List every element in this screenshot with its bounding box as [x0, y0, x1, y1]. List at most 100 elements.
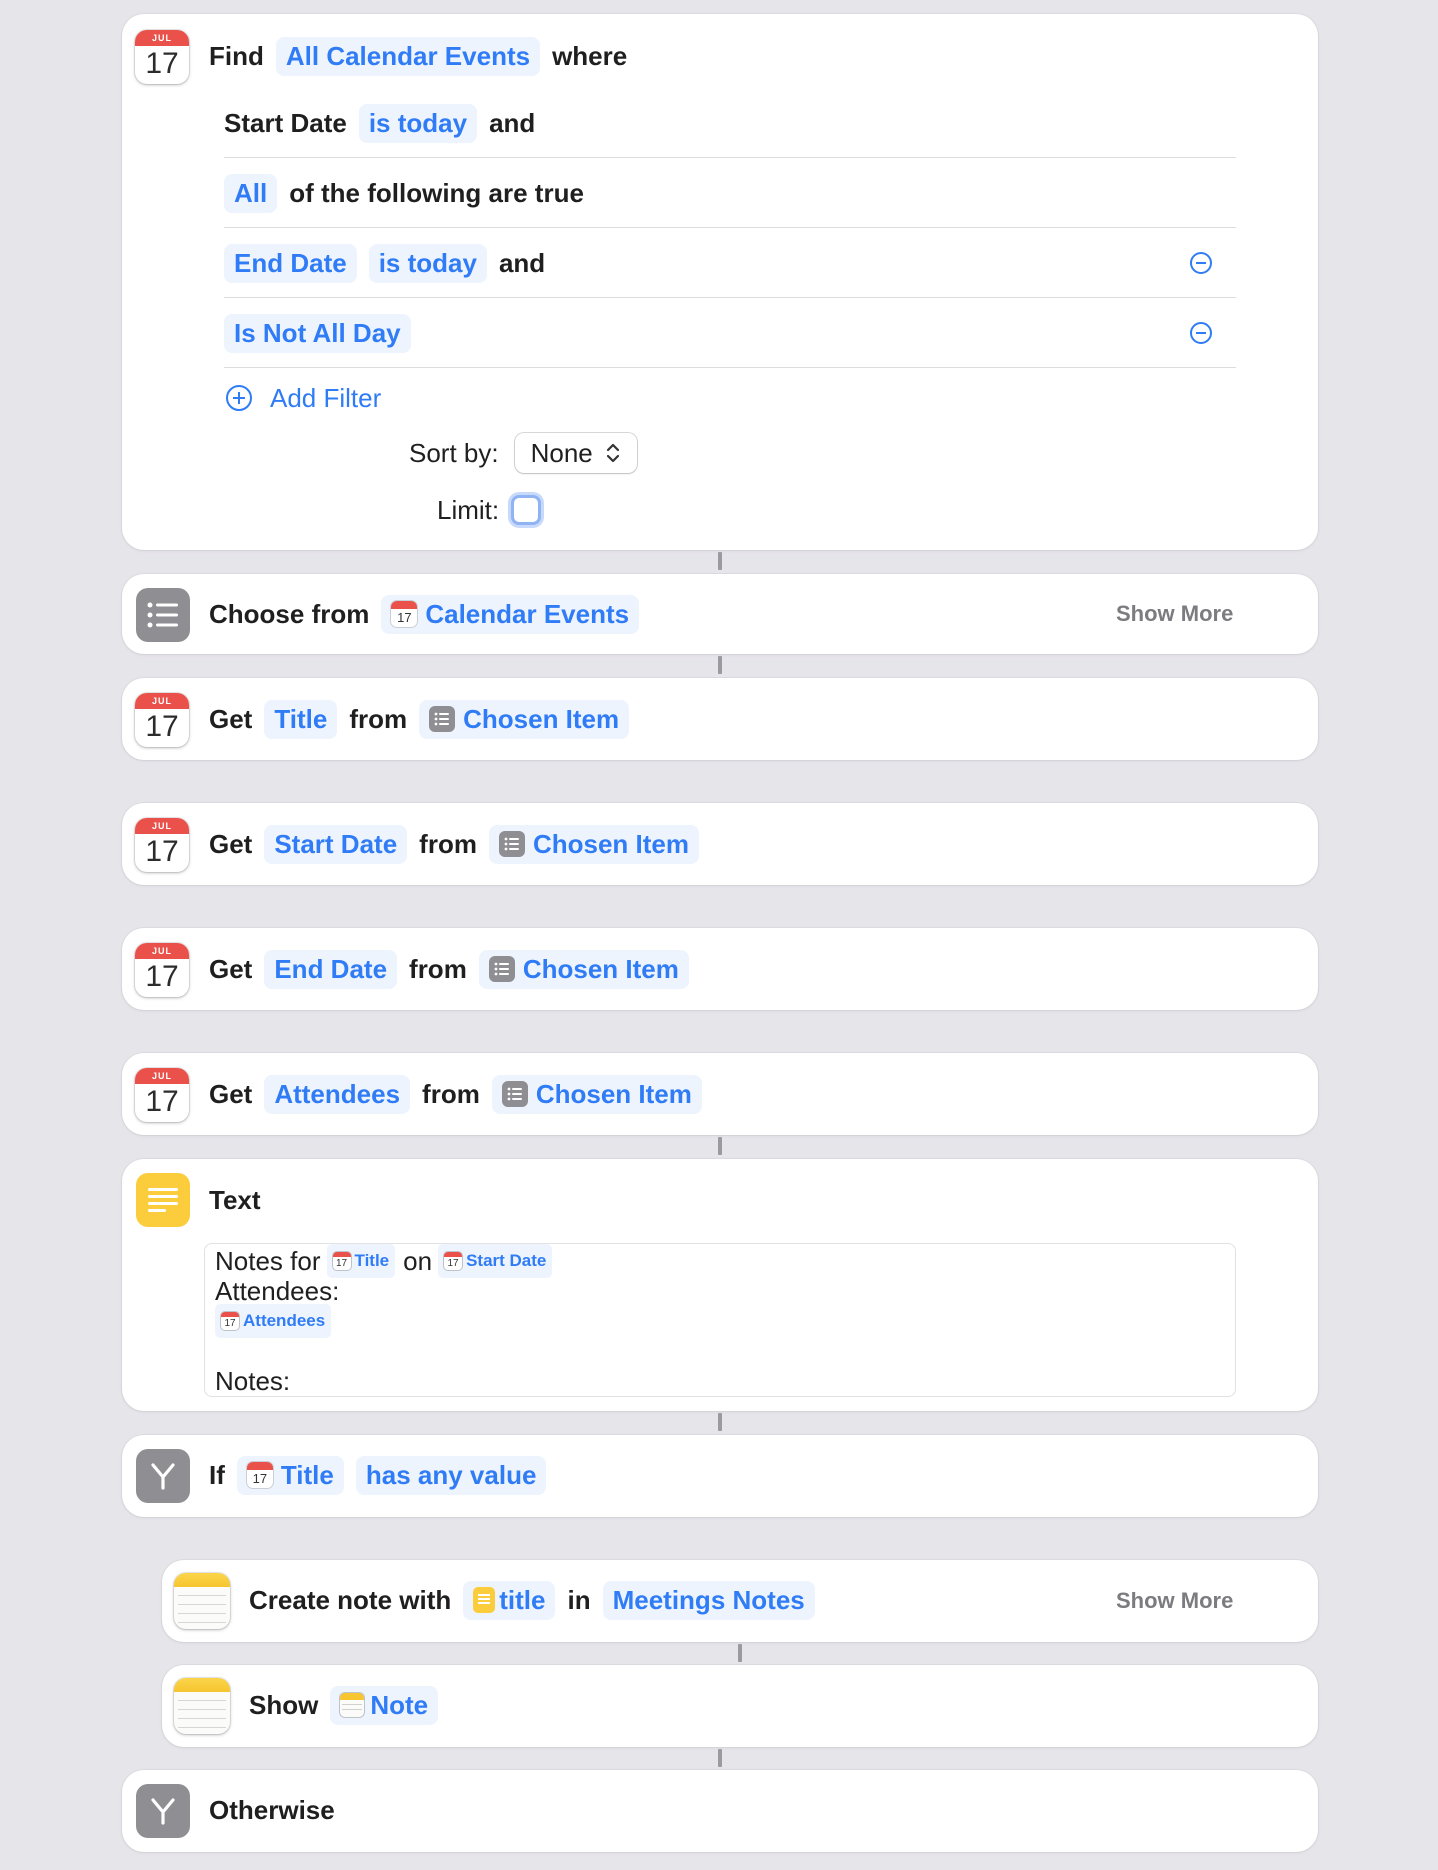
- from-label: from: [419, 828, 477, 859]
- connector: [718, 552, 722, 570]
- text-icon: [136, 1173, 190, 1227]
- sort-value: None: [530, 437, 593, 468]
- divider: [224, 367, 1236, 368]
- chosen-item-label: Chosen Item: [532, 828, 689, 859]
- show-more-button[interactable]: Show More: [1116, 1588, 1233, 1614]
- attendees-variable-token[interactable]: 17 Attendees: [215, 1304, 332, 1338]
- from-label: from: [422, 1078, 480, 1109]
- list-icon: [498, 831, 525, 857]
- property-token[interactable]: End Date: [264, 949, 398, 989]
- list-icon: [501, 1081, 528, 1107]
- remove-filter-icon[interactable]: [1190, 322, 1212, 344]
- calendar-icon: 17: [391, 601, 418, 627]
- group-text: of the following are true: [289, 177, 584, 208]
- divider: [224, 297, 1236, 298]
- branch-icon: [136, 1784, 190, 1838]
- calendar-icon: 17: [246, 1462, 273, 1488]
- connector: [718, 1137, 722, 1155]
- chosen-item-label: Chosen Item: [463, 703, 620, 734]
- property-token[interactable]: Start Date: [264, 824, 408, 864]
- calendar-icon: JUL 17: [135, 30, 189, 84]
- calendar-icon: JUL 17: [135, 818, 189, 872]
- title-condition-label: Title: [280, 1459, 334, 1490]
- note-variable-token[interactable]: Note: [330, 1685, 439, 1725]
- title-condition-token[interactable]: 17 Title: [236, 1455, 344, 1495]
- property-token[interactable]: Attendees: [264, 1074, 411, 1114]
- calendar-icon: 17: [444, 1252, 463, 1270]
- if-label: If: [209, 1459, 225, 1490]
- divider: [224, 227, 1236, 228]
- start-date-variable-token[interactable]: 17 Start Date: [438, 1244, 553, 1278]
- text-icon: [473, 1587, 496, 1613]
- filter-op-is-today[interactable]: is today: [358, 103, 478, 143]
- start-date-variable-label: Start Date: [466, 1251, 547, 1270]
- get-label: Get: [209, 703, 253, 734]
- on-label: on: [403, 1246, 433, 1276]
- calendar-events-label: Calendar Events: [425, 598, 630, 629]
- list-icon: [429, 706, 456, 732]
- in-label: in: [567, 1584, 591, 1615]
- notes-app-icon: [174, 1678, 230, 1734]
- find-label: Find: [209, 40, 264, 71]
- text-title: Text: [209, 1184, 261, 1215]
- text-line-1: Notes for: [215, 1246, 321, 1276]
- connector: [718, 1413, 722, 1431]
- filter-conj-and-2: and: [498, 247, 546, 278]
- create-note-label: Create note with: [249, 1584, 452, 1615]
- sort-select[interactable]: None: [514, 433, 637, 473]
- show-label: Show: [249, 1689, 319, 1720]
- note-variable-label: Note: [370, 1689, 429, 1720]
- choose-from-label: Choose from: [209, 598, 370, 629]
- connector: [718, 656, 722, 674]
- title-text-label: title: [499, 1584, 546, 1615]
- chosen-item-label: Chosen Item: [535, 1078, 692, 1109]
- title-variable-token[interactable]: 17 Title: [326, 1244, 396, 1278]
- group-mode-token[interactable]: All: [224, 173, 278, 213]
- text-line-2: Attendees:: [215, 1276, 340, 1306]
- notes-app-icon: [174, 1573, 230, 1629]
- limit-checkbox[interactable]: [511, 495, 542, 525]
- get-label: Get: [209, 953, 253, 984]
- filter-is-not-all-day[interactable]: Is Not All Day: [224, 313, 411, 353]
- calendar-events-token[interactable]: 17 Calendar Events: [381, 594, 640, 634]
- list-icon: [136, 588, 190, 642]
- otherwise-label: Otherwise: [209, 1794, 335, 1825]
- chosen-item-token[interactable]: Chosen Item: [491, 1074, 702, 1114]
- property-token[interactable]: Title: [264, 699, 338, 739]
- title-text-token[interactable]: title: [463, 1580, 556, 1620]
- calendar-icon: JUL 17: [135, 943, 189, 997]
- calendar-icon: JUL 17: [135, 1068, 189, 1122]
- add-filter-button[interactable]: Add Filter: [226, 378, 381, 418]
- calendar-icon: 17: [332, 1252, 351, 1270]
- chosen-item-label: Chosen Item: [522, 953, 679, 984]
- limit-label: Limit:: [437, 494, 500, 525]
- chosen-item-token[interactable]: Chosen Item: [478, 949, 689, 989]
- add-filter-label: Add Filter: [270, 382, 382, 413]
- chevron-updown-icon: [606, 443, 619, 463]
- get-label: Get: [209, 1078, 253, 1109]
- condition-token[interactable]: has any value: [355, 1455, 547, 1495]
- add-icon: [226, 385, 252, 411]
- remove-filter-icon[interactable]: [1190, 252, 1212, 274]
- filter-field-end-date[interactable]: End Date: [224, 243, 357, 283]
- filter-conj-and: and: [489, 107, 536, 138]
- chosen-item-token[interactable]: Chosen Item: [488, 824, 699, 864]
- text-editor[interactable]: Notes for 17 Title on 17 Start Date Atte…: [204, 1243, 1236, 1397]
- list-icon: [488, 956, 515, 982]
- branch-icon: [136, 1449, 190, 1503]
- notes-icon: [340, 1693, 365, 1717]
- filter-field-start-date: Start Date: [224, 107, 347, 138]
- sort-label: Sort by:: [409, 437, 499, 468]
- title-variable-label: Title: [354, 1251, 390, 1270]
- attendees-variable-label: Attendees: [243, 1311, 326, 1330]
- from-label: from: [409, 953, 467, 984]
- chosen-item-token[interactable]: Chosen Item: [419, 699, 630, 739]
- connector: [738, 1644, 742, 1662]
- where-label: where: [552, 40, 628, 71]
- filter-op-is-today-2[interactable]: is today: [368, 243, 487, 283]
- divider: [224, 157, 1236, 158]
- folder-token[interactable]: Meetings Notes: [602, 1580, 815, 1620]
- show-more-button[interactable]: Show More: [1116, 601, 1233, 627]
- source-token[interactable]: All Calendar Events: [275, 36, 541, 76]
- calendar-icon: JUL 17: [135, 693, 189, 747]
